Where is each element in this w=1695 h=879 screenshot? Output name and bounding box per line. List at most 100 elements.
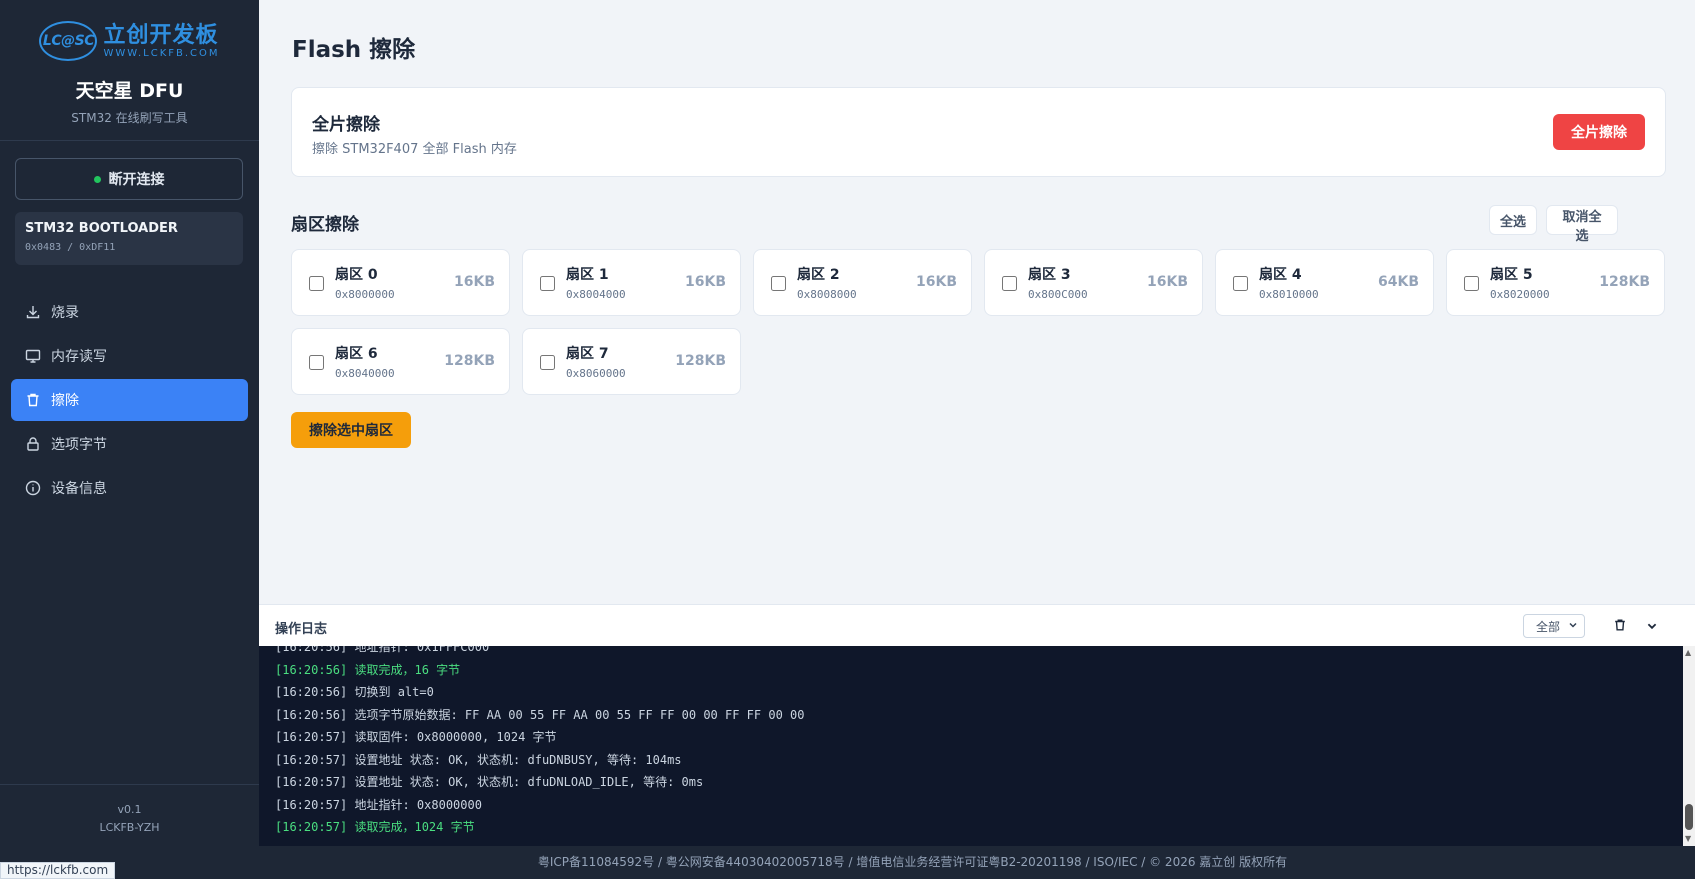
log-line: [16:20:57] 设置地址 状态: OK, 状态机: dfuDNBUSY, … <box>275 752 682 767</box>
sector-size: 16KB <box>915 274 957 290</box>
sector-card[interactable]: 扇区 3 0x800C000 16KB <box>984 249 1203 316</box>
sidebar-footer: v0.1 LCKFB-YZH <box>0 784 259 846</box>
nav-label: 设备信息 <box>51 481 107 497</box>
info-icon <box>25 480 41 496</box>
author-label: LCKFB-YZH <box>99 821 160 834</box>
sector-size: 16KB <box>453 274 495 290</box>
sector-name: 扇区 3 <box>1028 267 1071 283</box>
scroll-up-icon[interactable]: ▲ <box>1685 648 1691 657</box>
footer-text: 粤ICP备11084592号 / 粤公网安备44030402005718号 / … <box>537 855 1288 869</box>
clear-log-button[interactable] <box>1609 615 1631 637</box>
device-info-box: STM32 BOOTLOADER 0x0483 / 0xDF11 <box>15 212 243 265</box>
sector-size: 64KB <box>1377 274 1419 290</box>
sector-checkbox[interactable] <box>309 276 324 291</box>
sector-card[interactable]: 扇区 4 0x8010000 64KB <box>1215 249 1434 316</box>
sector-size: 128KB <box>1599 274 1650 290</box>
sidebar-nav: 烧录 内存读写 擦除 选项字节 设备信息 <box>11 291 248 511</box>
scroll-down-icon[interactable]: ▼ <box>1685 834 1691 843</box>
sector-address: 0x8020000 <box>1490 288 1550 301</box>
log-line: [16:20:57] 设置地址 状态: OK, 状态机: dfuDNLOAD_I… <box>275 775 704 789</box>
sector-name: 扇区 4 <box>1259 267 1302 283</box>
sector-card[interactable]: 扇区 1 0x8004000 16KB <box>522 249 741 316</box>
sector-card[interactable]: 扇区 2 0x8008000 16KB <box>753 249 972 316</box>
sector-card[interactable]: 扇区 0 0x8000000 16KB <box>291 249 510 316</box>
sector-checkbox[interactable] <box>1002 276 1017 291</box>
logo-badge: LC@SC <box>39 21 98 61</box>
sector-card[interactable]: 扇区 5 0x8020000 128KB <box>1446 249 1665 316</box>
logo-name: 立创开发板 <box>103 22 219 48</box>
status-bar-url: https://lckfb.com <box>0 862 116 879</box>
sector-size: 128KB <box>675 353 726 369</box>
page-title: Flash 擦除 <box>292 37 416 63</box>
log-line: [16:20:57] 读取完成，1024 字节 <box>275 820 475 834</box>
sector-size: 128KB <box>444 353 495 369</box>
nav-label: 擦除 <box>51 393 79 409</box>
select-all-button[interactable]: 全选 <box>1489 205 1537 235</box>
sector-checkbox[interactable] <box>1233 276 1248 291</box>
device-id: 0x0483 / 0xDF11 <box>25 242 116 253</box>
log-title: 操作日志 <box>275 622 328 637</box>
logo: LC@SC 立创开发板 WWW.LCKFB.COM <box>0 18 259 64</box>
full-erase-card: 全片擦除 擦除 STM32F407 全部 Flash 内存 全片擦除 <box>291 87 1666 177</box>
sector-size: 16KB <box>684 274 726 290</box>
log-filter-select[interactable]: 全部 <box>1523 614 1585 638</box>
app-title: 天空星 DFU <box>75 80 184 102</box>
sector-address: 0x8004000 <box>566 288 626 301</box>
trash-icon <box>1613 617 1627 636</box>
sector-name: 扇区 0 <box>335 267 378 283</box>
sector-checkbox[interactable] <box>540 355 555 370</box>
sector-name: 扇区 1 <box>566 267 609 283</box>
monitor-icon <box>25 348 41 364</box>
log-lines: [16:20:56] 地址指针: 0x1FFFC000 [16:20:56] 读… <box>275 646 804 839</box>
sector-address: 0x8060000 <box>566 367 626 380</box>
sector-checkbox[interactable] <box>771 276 786 291</box>
scrollbar-thumb[interactable] <box>1685 804 1693 830</box>
sector-address: 0x8010000 <box>1259 288 1319 301</box>
lock-icon <box>25 436 41 452</box>
sector-checkbox[interactable] <box>540 276 555 291</box>
download-icon <box>25 304 41 320</box>
sector-address: 0x8000000 <box>335 288 395 301</box>
nav-item-option-bytes[interactable]: 选项字节 <box>11 423 248 465</box>
disconnect-label: 断开连接 <box>108 171 165 187</box>
log-line: [16:20:57] 读取固件: 0x8000000, 1024 字节 <box>275 730 557 744</box>
erase-selected-button[interactable]: 擦除选中扇区 <box>291 412 411 448</box>
collapse-log-button[interactable] <box>1641 615 1663 637</box>
nav-item-flash[interactable]: 烧录 <box>11 291 248 333</box>
sector-card[interactable]: 扇区 7 0x8060000 128KB <box>522 328 741 395</box>
sector-name: 扇区 5 <box>1490 267 1533 283</box>
log-line: [16:20:56] 切换到 alt=0 <box>275 685 434 699</box>
nav-label: 烧录 <box>51 305 79 321</box>
version-label: v0.1 <box>117 803 142 816</box>
sector-address: 0x8008000 <box>797 288 857 301</box>
log-line: [16:20:56] 地址指针: 0x1FFFC000 <box>275 646 490 654</box>
log-filter-value: 全部 <box>1536 619 1561 634</box>
logo-url: WWW.LCKFB.COM <box>103 47 220 59</box>
log-scrollbar[interactable]: ▲ ▼ <box>1683 646 1695 846</box>
app-subtitle: STM32 在线刷写工具 <box>71 111 188 125</box>
sector-size: 16KB <box>1146 274 1188 290</box>
connection-status-dot <box>93 175 101 183</box>
sidebar: LC@SC 立创开发板 WWW.LCKFB.COM 天空星 DFU STM32 … <box>0 0 259 846</box>
full-erase-button[interactable]: 全片擦除 <box>1553 114 1645 150</box>
nav-item-device-info[interactable]: 设备信息 <box>11 467 248 509</box>
page-footer: 粤ICP备11084592号 / 粤公网安备44030402005718号 / … <box>0 846 1695 879</box>
log-line: [16:20:57] 地址指针: 0x8000000 <box>275 797 482 812</box>
deselect-all-button[interactable]: 取消全选 <box>1546 205 1618 244</box>
sector-grid: 扇区 0 0x8000000 16KB 扇区 1 0x8004000 16KB … <box>291 249 1667 395</box>
nav-item-erase[interactable]: 擦除 <box>11 379 248 421</box>
full-erase-description: 擦除 STM32F407 全部 Flash 内存 <box>312 142 517 157</box>
sector-address: 0x800C000 <box>1028 288 1088 301</box>
nav-item-memory[interactable]: 内存读写 <box>11 335 248 377</box>
sector-checkbox[interactable] <box>309 355 324 370</box>
brand-header: LC@SC 立创开发板 WWW.LCKFB.COM 天空星 DFU STM32 … <box>0 0 259 141</box>
sector-checkbox[interactable] <box>1464 276 1479 291</box>
full-erase-title: 全片擦除 <box>312 115 380 135</box>
disconnect-button[interactable]: 断开连接 <box>15 158 243 200</box>
device-name: STM32 BOOTLOADER <box>25 221 178 236</box>
trash-icon <box>25 392 41 408</box>
sector-name: 扇区 6 <box>335 346 378 362</box>
sector-card[interactable]: 扇区 6 0x8040000 128KB <box>291 328 510 395</box>
log-line: [16:20:56] 选项字节原始数据: FF AA 00 55 FF AA 0… <box>275 707 805 722</box>
sector-name: 扇区 2 <box>797 267 840 283</box>
